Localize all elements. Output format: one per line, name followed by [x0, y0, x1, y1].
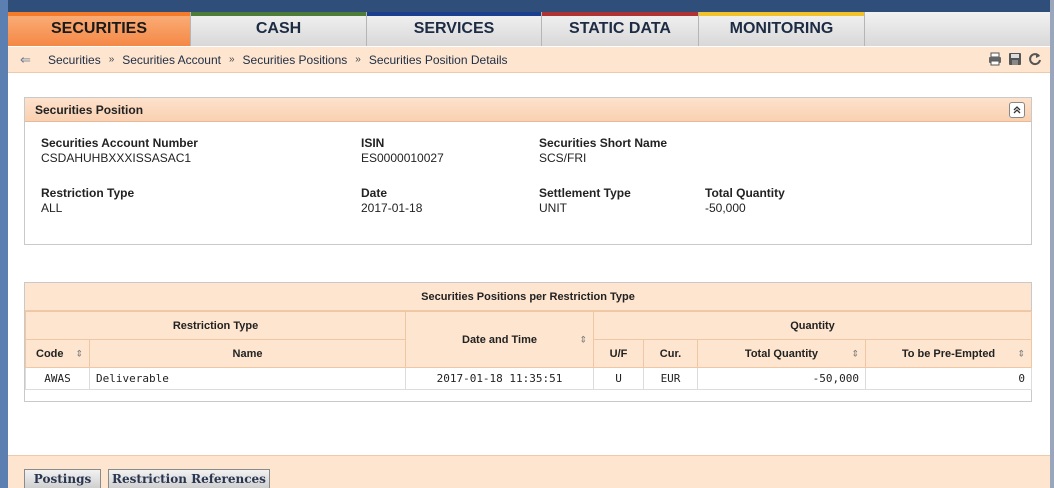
tab-static-data[interactable]: STATIC DATA — [542, 12, 699, 46]
field-account-number: Securities Account Number CSDAHUHBXXXISS… — [41, 136, 198, 165]
tab-label: STATIC DATA — [569, 20, 671, 37]
column-label: To be Pre-Empted — [901, 347, 996, 360]
field-value: ES0000010027 — [361, 151, 444, 165]
breadcrumb: ⇐ Securities » Securities Account » Secu… — [8, 47, 1050, 73]
tab-accent — [191, 12, 366, 16]
breadcrumb-separator: » — [228, 54, 235, 65]
postings-button[interactable]: Postings — [24, 469, 101, 488]
field-restriction-type: Restriction Type ALL — [41, 186, 134, 215]
restriction-references-button[interactable]: Restriction References — [108, 469, 270, 488]
tab-label: MONITORING — [729, 20, 834, 37]
tab-services[interactable]: SERVICES — [367, 12, 542, 46]
securities-position-panel: Securities Position Securities Account N… — [24, 97, 1032, 245]
tab-securities[interactable]: SECURITIES — [8, 12, 191, 46]
column-header-name: Name — [89, 339, 406, 368]
field-label: Securities Account Number — [41, 136, 198, 150]
tab-accent — [8, 12, 190, 16]
restriction-positions-table: Restriction Type Date and Time ⇕ Quantit… — [25, 311, 1032, 390]
tab-accent — [699, 12, 864, 16]
tab-monitoring[interactable]: MONITORING — [699, 12, 865, 46]
field-settlement-type: Settlement Type UNIT — [539, 186, 631, 215]
tab-label: SERVICES — [413, 20, 495, 37]
breadcrumb-separator: » — [108, 54, 115, 65]
bottom-bar: Postings Restriction References — [8, 455, 1050, 488]
sort-icon[interactable]: ⇕ — [75, 348, 83, 359]
breadcrumb-item-securities[interactable]: Securities — [48, 53, 101, 67]
group-header-restriction-type: Restriction Type — [25, 311, 406, 340]
table-row[interactable]: AWAS Deliverable 2017-01-18 11:35:51 U E… — [25, 367, 1032, 390]
field-value: UNIT — [539, 201, 567, 215]
cell-date-time: 2017-01-18 11:35:51 — [405, 367, 594, 390]
breadcrumb-item-securities-positions[interactable]: Securities Positions — [243, 53, 348, 67]
field-value: 2017-01-18 — [361, 201, 423, 215]
field-value: -50,000 — [705, 201, 746, 215]
field-total-quantity: Total Quantity -50,000 — [705, 186, 785, 215]
main-nav: SECURITIES CASH SERVICES STATIC DATA MON… — [8, 12, 1050, 46]
tab-label: CASH — [255, 20, 302, 37]
sort-icon[interactable]: ⇕ — [851, 348, 859, 359]
tab-label: SECURITIES — [50, 20, 147, 37]
cell-currency: EUR — [643, 367, 698, 390]
breadcrumb-item-position-details: Securities Position Details — [368, 52, 508, 67]
column-header-total-quantity[interactable]: Total Quantity ⇕ — [697, 339, 866, 368]
field-short-name: Securities Short Name SCS/FRI — [539, 136, 667, 165]
collapse-icon[interactable] — [1009, 102, 1025, 118]
column-label: Code — [36, 347, 64, 360]
field-label: ISIN — [361, 136, 385, 150]
column-header-uf: U/F — [593, 339, 644, 368]
column-header-code[interactable]: Code ⇕ — [25, 339, 90, 368]
field-value: ALL — [41, 201, 63, 215]
field-value: SCS/FRI — [539, 151, 587, 165]
field-label: Restriction Type — [41, 186, 135, 200]
cell-code: AWAS — [25, 367, 90, 390]
panel-title: Securities Position — [35, 102, 144, 117]
panel-header: Securities Position — [25, 98, 1031, 122]
field-value: CSDAHUHBXXXISSASAC1 — [41, 151, 192, 165]
breadcrumb-separator: » — [355, 54, 361, 65]
save-icon[interactable] — [1008, 52, 1022, 66]
tab-filler — [865, 12, 1050, 46]
refresh-icon[interactable] — [1028, 52, 1042, 66]
print-icon[interactable] — [988, 52, 1002, 66]
field-label: Total Quantity — [705, 186, 785, 200]
group-header-quantity: Quantity — [593, 311, 1032, 340]
field-date: Date 2017-01-18 — [361, 186, 422, 215]
cell-uf: U — [593, 367, 644, 390]
breadcrumb-item-securities-account[interactable]: Securities Account — [122, 53, 221, 67]
cell-pre-empted: 0 — [865, 367, 1032, 390]
toolbar — [988, 52, 1042, 66]
cell-total-quantity: -50,000 — [697, 367, 866, 390]
column-header-currency: Cur. — [643, 339, 698, 368]
right-border — [1050, 0, 1054, 488]
tab-accent — [367, 12, 541, 16]
field-isin: ISIN ES0000010027 — [361, 136, 444, 165]
sort-icon[interactable]: ⇕ — [1017, 348, 1025, 359]
window-top-strip — [0, 0, 1054, 12]
cell-name: Deliverable — [89, 367, 406, 390]
sort-icon[interactable]: ⇕ — [579, 334, 587, 345]
tab-cash[interactable]: CASH — [191, 12, 367, 46]
left-border — [0, 0, 8, 488]
app-frame: SECURITIES CASH SERVICES STATIC DATA MON… — [0, 0, 1054, 488]
table-title: Securities Positions per Restriction Typ… — [25, 283, 1031, 311]
field-label: Securities Short Name — [539, 136, 668, 150]
restriction-positions-panel: Securities Positions per Restriction Typ… — [24, 282, 1032, 402]
tab-accent — [542, 12, 698, 16]
back-arrow-icon[interactable]: ⇐ — [20, 52, 34, 67]
column-label: Total Quantity — [744, 347, 819, 360]
field-label: Settlement Type — [539, 186, 631, 200]
column-label: Date and Time — [462, 333, 537, 346]
column-header-date-time[interactable]: Date and Time ⇕ — [405, 311, 594, 368]
column-header-pre-empted[interactable]: To be Pre-Empted ⇕ — [865, 339, 1032, 368]
field-label: Date — [361, 186, 388, 200]
